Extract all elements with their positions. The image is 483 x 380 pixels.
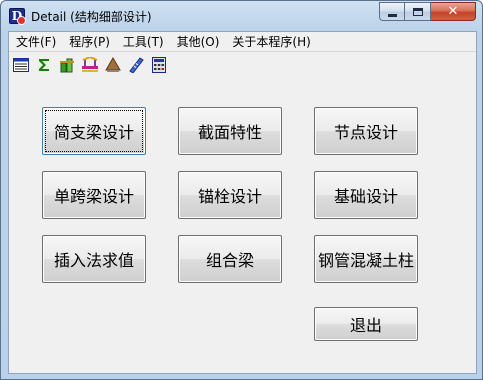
minimize-button[interactable] bbox=[379, 2, 405, 21]
single-span-beam-button[interactable]: 单跨梁设计 bbox=[42, 171, 146, 219]
section-properties-button[interactable]: 截面特性 bbox=[178, 107, 282, 155]
window-title: Detail (结构细部设计) bbox=[31, 10, 152, 24]
caption-buttons: ✕ bbox=[379, 2, 476, 21]
exit-button[interactable]: 退出 bbox=[314, 307, 418, 341]
close-button[interactable]: ✕ bbox=[431, 2, 476, 21]
menu-about[interactable]: 关于本程序(H) bbox=[225, 33, 316, 51]
minimize-icon bbox=[387, 13, 397, 17]
ruler-icon[interactable] bbox=[127, 56, 145, 74]
client-area: 文件(F) 程序(P) 工具(T) 其他(O) 关于本程序(H) 简支梁设计 截… bbox=[8, 31, 477, 374]
node-design-button[interactable]: 节点设计 bbox=[314, 107, 418, 155]
menu-other[interactable]: 其他(O) bbox=[170, 33, 226, 51]
title-bar[interactable]: D Detail (结构细部设计) ✕ bbox=[1, 1, 482, 31]
composite-beam-button[interactable]: 组合梁 bbox=[178, 235, 282, 283]
maximize-icon bbox=[412, 7, 423, 16]
app-icon[interactable]: D bbox=[9, 8, 26, 25]
menu-tools[interactable]: 工具(T) bbox=[116, 33, 170, 51]
anchor-bolt-design-button[interactable]: 锚栓设计 bbox=[178, 171, 282, 219]
sigma-icon[interactable] bbox=[35, 56, 53, 74]
simple-beam-design-button[interactable]: 简支梁设计 bbox=[42, 107, 146, 155]
close-icon: ✕ bbox=[447, 4, 459, 19]
main-window: D Detail (结构细部设计) ✕ 文件(F) 程序(P) 工具(T) 其他… bbox=[0, 0, 483, 380]
menu-file[interactable]: 文件(F) bbox=[9, 33, 62, 51]
calculator-icon[interactable] bbox=[150, 56, 168, 74]
menu-bar: 文件(F) 程序(P) 工具(T) 其他(O) 关于本程序(H) bbox=[9, 32, 476, 52]
toolbar bbox=[9, 53, 476, 77]
cfst-column-button[interactable]: 钢管混凝土柱 bbox=[314, 235, 418, 283]
interpolation-button[interactable]: 插入法求值 bbox=[42, 235, 146, 283]
foundation-icon[interactable] bbox=[104, 56, 122, 74]
menu-program[interactable]: 程序(P) bbox=[62, 33, 116, 51]
bridge-icon[interactable] bbox=[81, 56, 99, 74]
foundation-design-button[interactable]: 基础设计 bbox=[314, 171, 418, 219]
maximize-button[interactable] bbox=[405, 2, 431, 21]
table-icon[interactable] bbox=[12, 56, 30, 74]
column-icon[interactable] bbox=[58, 56, 76, 74]
